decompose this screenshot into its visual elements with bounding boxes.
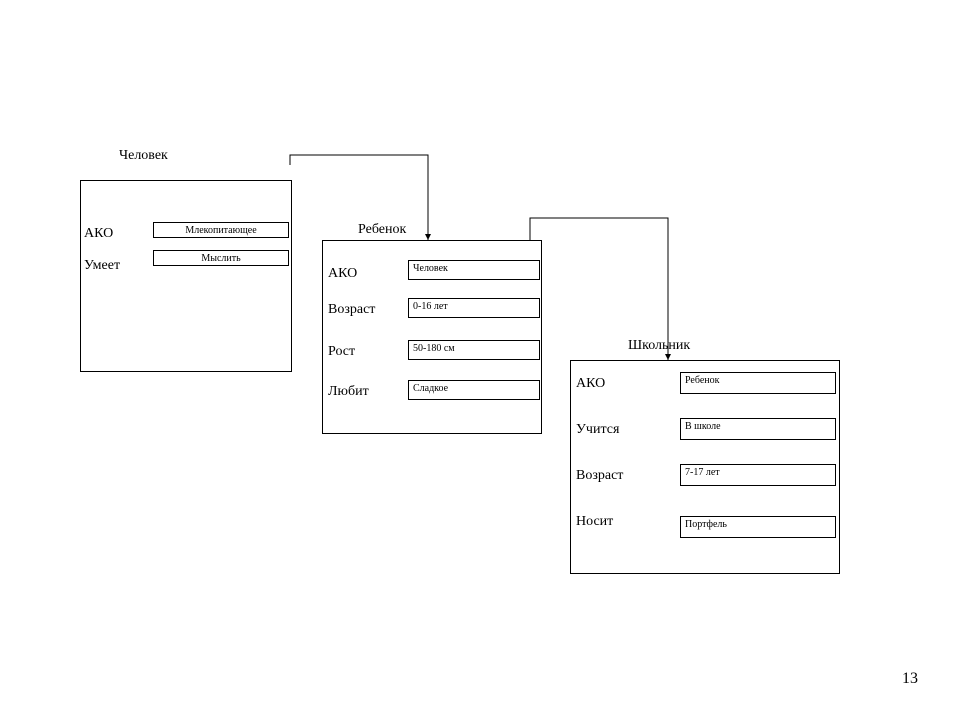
slot-value-child-loves: Сладкое — [408, 380, 540, 400]
slot-label-school-studies: Учится — [576, 422, 619, 438]
slot-label-child-age: Возраст — [328, 302, 375, 318]
slot-label-human-umeet: Умеет — [84, 258, 120, 274]
slot-value-human-umeet: Мыслить — [153, 250, 289, 266]
diagram-stage: Человек АКО Млекопитающее Умеет Мыслить … — [0, 0, 960, 720]
slot-value-school-ako: Ребенок — [680, 372, 836, 394]
slot-value-child-age: 0-16 лет — [408, 298, 540, 318]
slot-value-child-ako: Человек — [408, 260, 540, 280]
slot-label-school-carries: Носит — [576, 514, 613, 530]
frame-title-schoolkid: Школьник — [628, 338, 690, 354]
slot-label-school-ako: АКО — [576, 376, 605, 392]
slot-label-human-ako: АКО — [84, 226, 113, 242]
page-number: 13 — [902, 670, 918, 688]
slot-value-school-studies: В школе — [680, 418, 836, 440]
frame-box-human — [80, 180, 292, 372]
slot-label-child-height: Рост — [328, 344, 355, 360]
slot-label-child-ako: АКО — [328, 266, 357, 282]
slot-label-school-age: Возраст — [576, 468, 623, 484]
slot-label-child-loves: Любит — [328, 384, 369, 400]
frame-title-human: Человек — [119, 148, 168, 164]
slot-value-child-height: 50-180 см — [408, 340, 540, 360]
slot-value-school-carries: Портфель — [680, 516, 836, 538]
slot-value-school-age: 7-17 лет — [680, 464, 836, 486]
frame-title-child: Ребенок — [358, 222, 406, 238]
slot-value-human-ako: Млекопитающее — [153, 222, 289, 238]
